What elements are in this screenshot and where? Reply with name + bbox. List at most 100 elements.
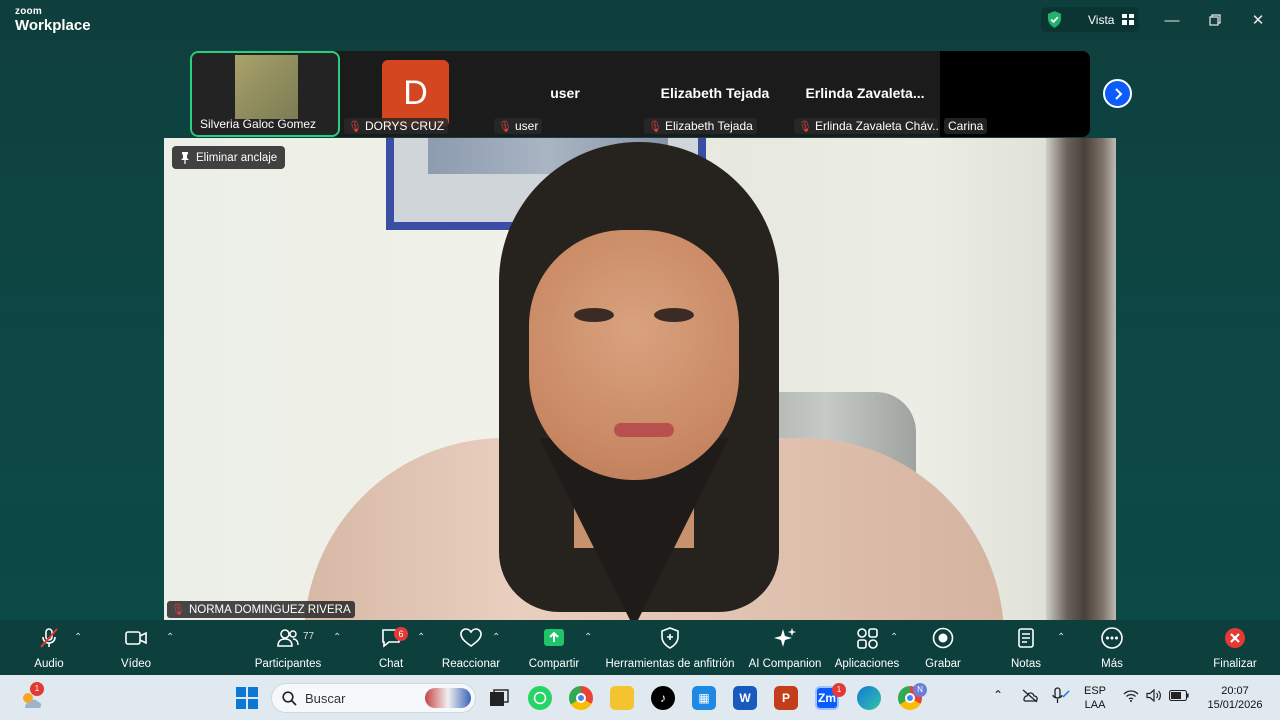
- participant-label: Carina: [944, 118, 988, 134]
- share-screen-icon: [544, 629, 564, 646]
- notes-button[interactable]: Notas: [1008, 626, 1044, 670]
- cloud-sync-icon[interactable]: [1021, 689, 1039, 707]
- task-view-icon[interactable]: [487, 686, 511, 710]
- participant-name: Carina: [948, 119, 984, 133]
- active-speaker-video: Eliminar anclaje 🎙︎ NORMA DOMINGUEZ RIVE…: [164, 138, 1116, 620]
- title-bar: zoom Workplace Vista — ✕: [0, 0, 1280, 40]
- sparkle-icon: [774, 628, 796, 647]
- record-button[interactable]: Grabar: [924, 626, 962, 670]
- participant-tile-erlinda[interactable]: Erlinda Zavaleta... 🎙︎ Erlinda Zavaleta C…: [790, 51, 940, 137]
- clock-date: 15/01/2026: [1207, 699, 1263, 711]
- participant-name: DORYS CRUZ: [364, 119, 445, 133]
- notes-icon: [1018, 628, 1034, 648]
- participants-icon: [277, 629, 299, 647]
- participants-label: Participantes: [254, 658, 322, 670]
- security-shield-icon: [1047, 11, 1062, 28]
- close-icon[interactable]: ✕: [1248, 10, 1268, 30]
- participant-tile-dorys[interactable]: D 🎙︎ DORYS CRUZ: [340, 51, 490, 137]
- edge-icon[interactable]: [857, 686, 881, 710]
- volume-icon[interactable]: [1146, 688, 1162, 706]
- view-button[interactable]: Vista: [1041, 7, 1139, 32]
- participant-video-thumbnail: [235, 55, 298, 119]
- taskbar-search[interactable]: Buscar: [271, 683, 476, 713]
- more-button[interactable]: Más: [1096, 626, 1128, 670]
- mic-muted-icon: [40, 628, 58, 648]
- keyboard-layout: LAA: [1084, 699, 1106, 711]
- host-tools-button[interactable]: Herramientas de anfitrión: [605, 626, 735, 670]
- powerpoint-icon[interactable]: P: [774, 686, 798, 710]
- participant-label: 🎙︎ Elizabeth Tejada: [644, 118, 757, 134]
- participant-tile-user[interactable]: user 🎙︎ user: [490, 51, 640, 137]
- participant-tile-elizabeth[interactable]: Elizabeth Tejada 🎙︎ Elizabeth Tejada: [640, 51, 790, 137]
- next-page-button[interactable]: [1103, 79, 1132, 108]
- participant-tile-silveria[interactable]: Silveria Galoc Gomez: [190, 51, 340, 137]
- minimize-icon[interactable]: —: [1162, 10, 1182, 30]
- battery-icon[interactable]: [1168, 689, 1189, 705]
- participant-display-name: user: [550, 85, 580, 101]
- heart-icon: [460, 628, 482, 647]
- unpin-button[interactable]: Eliminar anclaje: [172, 146, 286, 169]
- wifi-icon[interactable]: [1123, 689, 1139, 706]
- host-tools-label: Herramientas de anfitrión: [605, 658, 735, 670]
- participant-label: Silveria Galoc Gomez: [196, 116, 320, 132]
- search-highlight-image: [425, 688, 471, 708]
- restore-icon[interactable]: [1205, 10, 1225, 30]
- audio-options-caret[interactable]: ⌃: [74, 632, 82, 643]
- clock[interactable]: 20:07 15/01/2026: [1203, 684, 1267, 712]
- zoom-logo: zoom Workplace: [15, 6, 91, 34]
- react-options-caret[interactable]: ⌃: [492, 632, 500, 643]
- audio-label: Audio: [34, 658, 64, 670]
- video-button[interactable]: Vídeo: [118, 626, 154, 670]
- video-options-caret[interactable]: ⌃: [166, 632, 174, 643]
- participant-tile-carina[interactable]: Carina: [940, 51, 1090, 137]
- participants-options-caret[interactable]: ⌃: [333, 632, 341, 643]
- speaker-name: NORMA DOMINGUEZ RIVERA: [188, 603, 351, 616]
- file-explorer-icon[interactable]: [610, 686, 634, 710]
- ai-companion-label: AI Companion: [748, 658, 822, 670]
- meeting-toolbar: Audio ⌃ Vídeo ⌃ Participantes 77 ⌃ Chat …: [0, 620, 1280, 675]
- ai-companion-button[interactable]: AI Companion: [748, 626, 822, 670]
- share-button[interactable]: Compartir: [526, 626, 582, 670]
- search-icon: [282, 690, 297, 706]
- notes-label: Notas: [1010, 658, 1042, 670]
- participant-label: 🎙︎ Erlinda Zavaleta Cháv...: [794, 118, 938, 134]
- participant-strip: Silveria Galoc Gomez D 🎙︎ DORYS CRUZ user…: [190, 51, 1090, 137]
- apps-options-caret[interactable]: ⌃: [890, 632, 898, 643]
- keyboard-language[interactable]: ESP LAA: [1084, 684, 1106, 712]
- chrome-profile-badge: N: [913, 683, 927, 697]
- participant-label: 🎙︎ DORYS CRUZ: [344, 118, 449, 134]
- speaker-name-tag: 🎙︎ NORMA DOMINGUEZ RIVERA: [167, 601, 355, 618]
- video-camera-icon: [125, 631, 147, 645]
- mic-muted-icon: 🎙︎: [498, 120, 512, 133]
- share-options-caret[interactable]: ⌃: [584, 632, 592, 643]
- end-meeting-button[interactable]: Finalizar: [1212, 626, 1258, 670]
- audio-button[interactable]: Audio: [31, 626, 67, 670]
- chat-unread-badge: 6: [394, 627, 408, 641]
- participant-name: user: [514, 119, 539, 133]
- more-label: Más: [1101, 658, 1123, 670]
- mic-muted-icon: 🎙︎: [798, 120, 812, 133]
- record-label: Grabar: [925, 658, 961, 670]
- chrome-icon[interactable]: [569, 686, 593, 710]
- calendar-icon[interactable]: ▦: [692, 686, 716, 710]
- mic-tray-icon[interactable]: [1050, 687, 1070, 709]
- os-taskbar: 1 Buscar ♪ ▦ W P Zm 1 N ⌃ ESP LAA 20:07 …: [0, 675, 1280, 720]
- word-icon[interactable]: W: [733, 686, 757, 710]
- tiktok-icon[interactable]: ♪: [651, 686, 675, 710]
- apps-label: Aplicaciones: [834, 658, 900, 670]
- language-code: ESP: [1084, 685, 1107, 697]
- tray-overflow-icon[interactable]: ⌃: [993, 688, 1003, 702]
- brand-small: zoom: [15, 6, 42, 17]
- windows-start-icon[interactable]: [235, 686, 259, 710]
- whatsapp-icon[interactable]: [528, 686, 552, 710]
- brand-large: Workplace: [15, 17, 91, 34]
- mic-muted-icon: 🎙︎: [648, 120, 662, 133]
- chevron-right-icon: [1114, 87, 1122, 100]
- notes-options-caret[interactable]: ⌃: [1057, 632, 1065, 643]
- view-label: Vista: [1088, 12, 1115, 27]
- host-shield-icon: [661, 627, 679, 649]
- participant-label: 🎙︎ user: [494, 118, 543, 134]
- apps-icon: [857, 628, 878, 649]
- chat-options-caret[interactable]: ⌃: [417, 632, 425, 643]
- pin-icon: [181, 151, 189, 164]
